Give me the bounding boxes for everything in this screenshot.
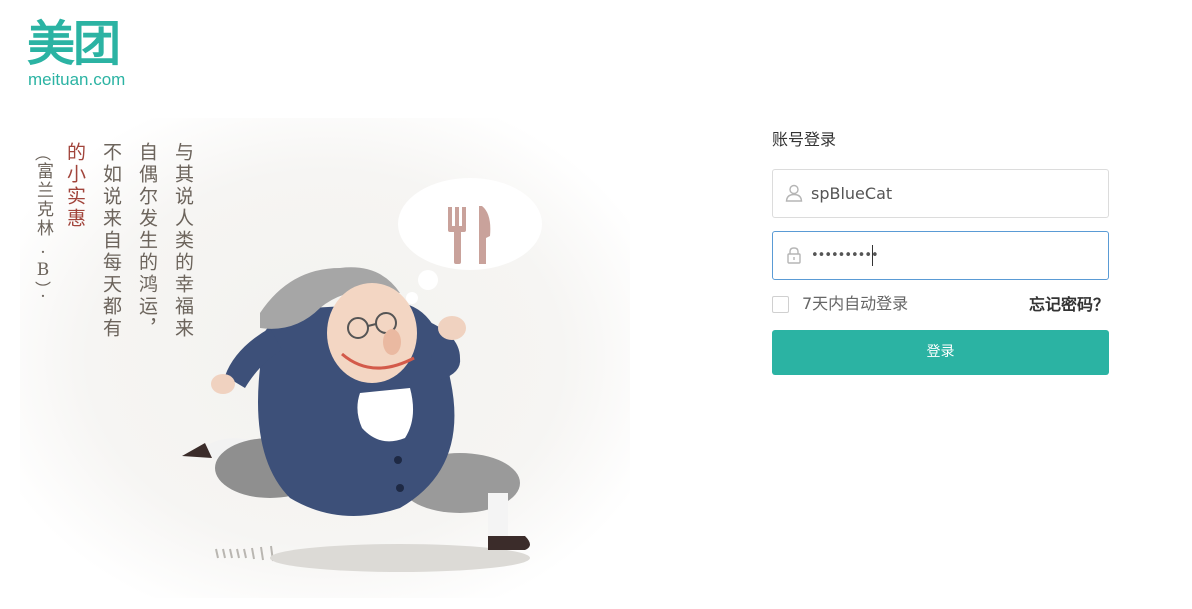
forgot-password-link[interactable]: 忘记密码？ <box>1029 294 1109 316</box>
coat-button-1 <box>394 456 402 464</box>
username-value[interactable]: spBlueCat <box>811 170 892 217</box>
remember-me-label[interactable]: 7天内自动登录 <box>802 294 908 314</box>
text-caret <box>872 245 873 266</box>
login-button[interactable]: 登录 <box>772 330 1109 375</box>
password-value[interactable]: •••••••••• <box>811 232 879 279</box>
username-field[interactable]: spBlueCat <box>772 169 1109 218</box>
remember-me-checkbox[interactable] <box>772 296 789 313</box>
login-title: 账号登录 <box>772 130 837 149</box>
speed-lines <box>215 545 274 562</box>
thought-bubble-dot-small <box>406 292 418 304</box>
thought-bubble-dot <box>418 270 438 290</box>
thought-bubble <box>398 178 542 270</box>
lock-icon <box>787 247 801 264</box>
logo-domain-text: meituan.com <box>28 70 126 89</box>
left-hand <box>211 374 235 394</box>
meituan-logo[interactable]: 美团 meituan.com <box>27 18 137 93</box>
coat-button-2 <box>396 484 404 492</box>
password-field[interactable]: •••••••••• <box>772 231 1109 280</box>
franklin-illustration: 与其说人类的幸福来 自偶尔发生的鸿运， 不如说来自每天都有 的小实惠 ︵ 富兰克… <box>20 118 630 598</box>
logo-chinese-text: 美团 <box>27 16 121 72</box>
user-icon <box>785 184 803 202</box>
running-franklin-art <box>182 178 542 572</box>
nose <box>383 329 401 355</box>
raised-fist <box>438 316 466 340</box>
